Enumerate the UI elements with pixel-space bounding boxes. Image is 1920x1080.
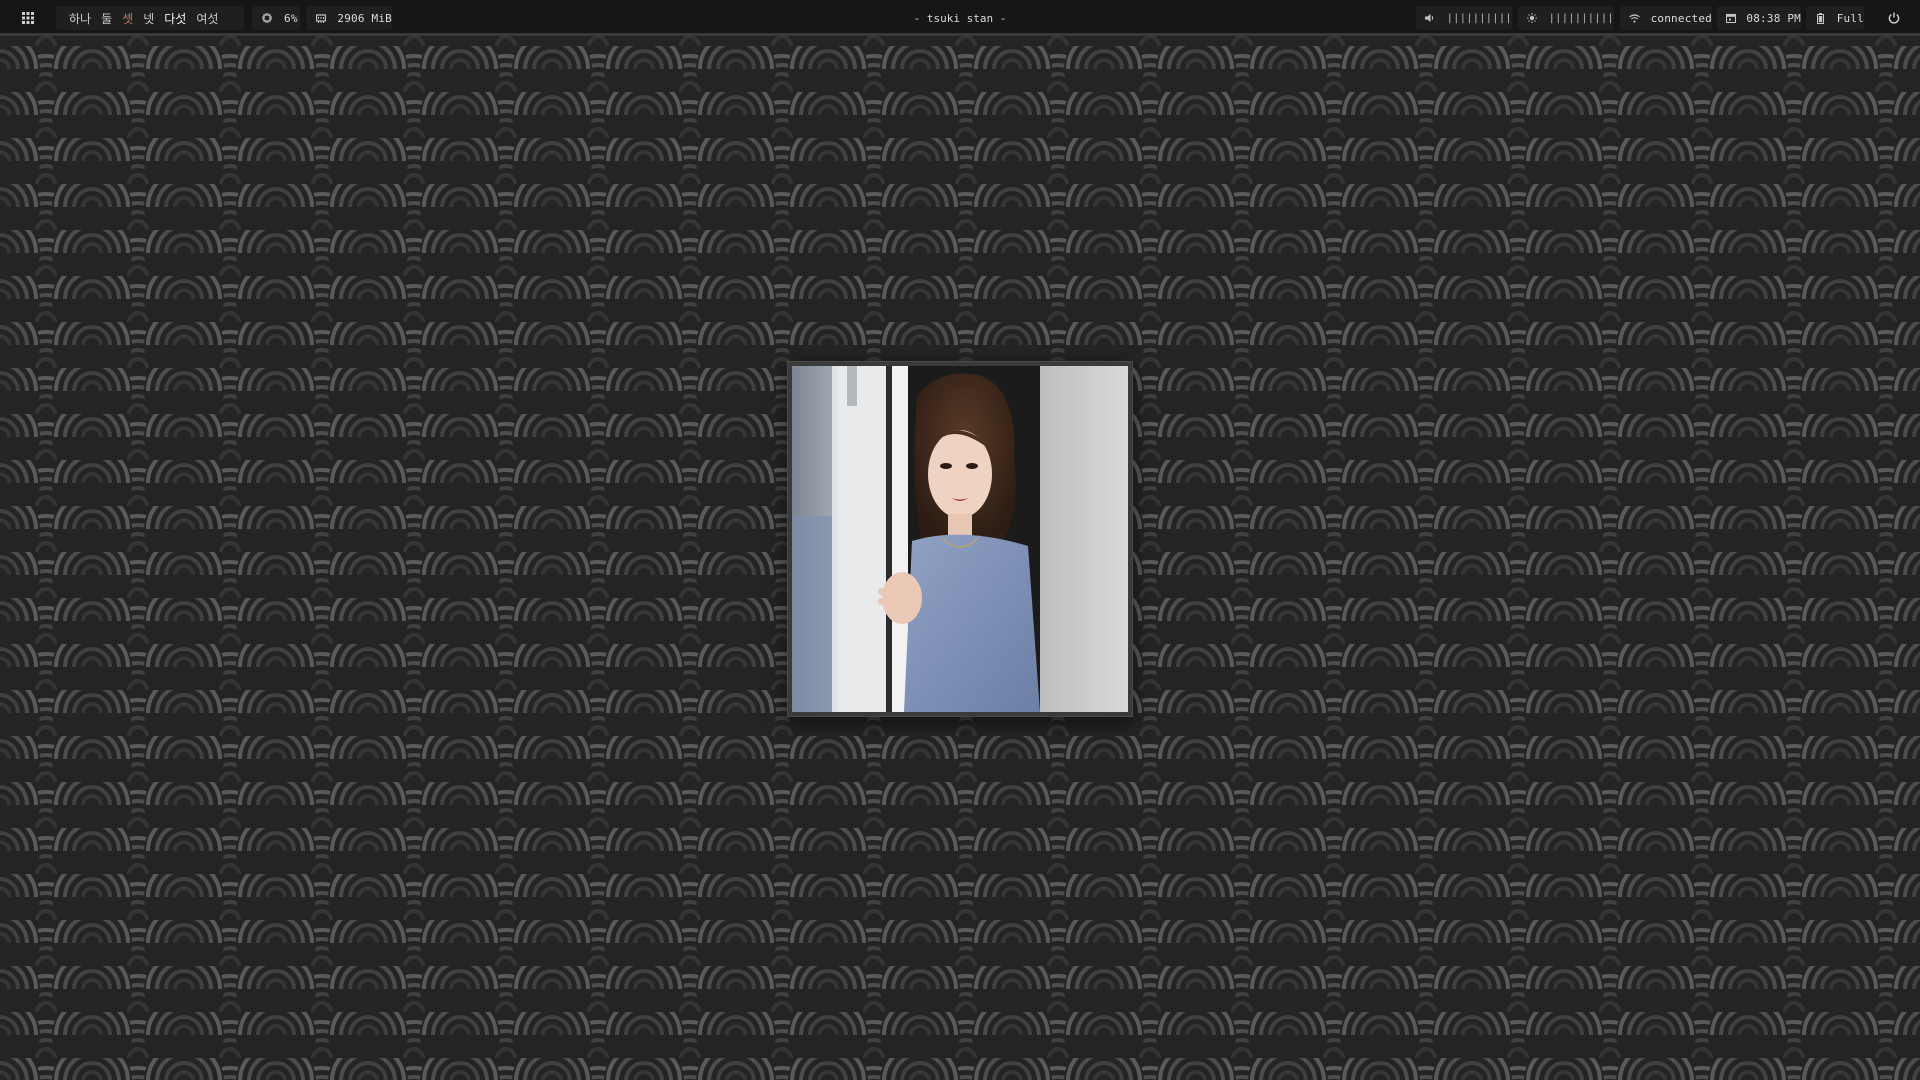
network-widget[interactable]: connected — [1620, 6, 1712, 30]
cpu-usage: 6% — [284, 11, 298, 25]
battery-status: Full — [1836, 11, 1864, 25]
power-button[interactable] — [1880, 6, 1908, 30]
memory-usage: 2906 MiB — [337, 11, 392, 25]
window-title: - tsuki stan - — [913, 11, 1007, 25]
speaker-icon — [1424, 11, 1437, 25]
brightness-widget[interactable]: |||||||||| — [1518, 6, 1614, 30]
clock-time: 08:38 PM — [1746, 11, 1801, 25]
calendar-icon — [1725, 11, 1736, 25]
workspace-4[interactable]: 넷 — [138, 10, 159, 27]
power-icon — [1888, 12, 1900, 24]
photo-viewer-window[interactable] — [788, 362, 1132, 716]
memory-widget[interactable]: 2906 MiB — [306, 6, 392, 30]
volume-level-bars: |||||||||| — [1446, 12, 1512, 24]
workspace-5[interactable]: 다섯 — [159, 10, 191, 27]
app-launcher-button[interactable] — [18, 6, 38, 30]
workspace-6[interactable]: 여섯 — [191, 10, 223, 27]
wifi-icon — [1628, 11, 1641, 25]
battery-icon — [1814, 11, 1827, 25]
battery-widget[interactable]: Full — [1806, 6, 1864, 30]
desktop: 하나 둘 셋 넷 다섯 여섯 6% 2906 MiB - tsuki stan … — [0, 0, 1920, 1080]
grid-icon — [22, 12, 34, 24]
workspace-3[interactable]: 셋 — [117, 10, 138, 27]
top-bar: 하나 둘 셋 넷 다섯 여섯 6% 2906 MiB - tsuki stan … — [0, 0, 1920, 36]
volume-widget[interactable]: |||||||||| — [1416, 6, 1512, 30]
memory-icon — [314, 11, 327, 25]
network-status: connected — [1650, 11, 1712, 25]
workspace-1[interactable]: 하나 — [64, 10, 96, 27]
brightness-level-bars: |||||||||| — [1548, 12, 1614, 24]
workspace-2[interactable]: 둘 — [96, 10, 117, 27]
sun-icon — [1526, 11, 1539, 25]
portrait-photo — [792, 366, 1128, 712]
workspace-switcher: 하나 둘 셋 넷 다섯 여섯 — [56, 6, 244, 30]
clock-widget[interactable]: 08:38 PM — [1717, 6, 1801, 30]
cpu-icon — [260, 11, 274, 25]
cpu-widget[interactable]: 6% — [252, 6, 300, 30]
